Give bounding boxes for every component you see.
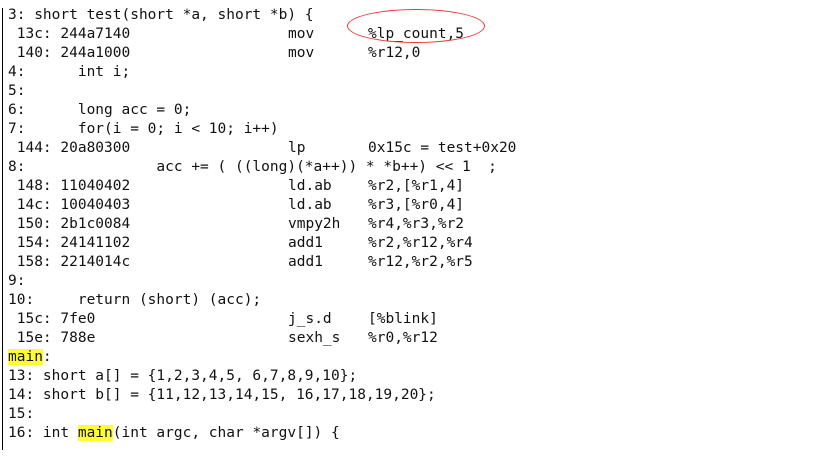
asm-mnemonic: j_s.d [288, 311, 332, 327]
source-line: 13: short a[] = {1,2,3,4,5, 6,7,8,9,10}; [8, 368, 358, 384]
asm-address: 15e: 788e [8, 330, 96, 346]
source-line: 4: int i; [8, 64, 131, 80]
source-line: 10: return (short) (acc); [8, 292, 262, 308]
asm-address: 154: 24141102 [8, 235, 131, 251]
source-line: 14: short b[] = {11,12,13,14,15, 16,17,1… [8, 387, 436, 403]
asm-address: 148: 11040402 [8, 178, 131, 194]
asm-address: 144: 20a80300 [8, 140, 131, 156]
asm-mnemonic: ld.ab [288, 178, 332, 194]
annotation-ellipse [347, 9, 485, 43]
asm-mnemonic: mov [288, 26, 315, 42]
asm-mnemonic: add1 [288, 235, 323, 251]
asm-operands: %r2,[%r1,4] [368, 178, 465, 194]
source-line: 8: acc += ( ((long)(*a++)) * *b++) << 1 … [8, 159, 497, 175]
asm-mnemonic: vmpy2h [288, 216, 341, 232]
source-line: 6: long acc = 0; [8, 102, 192, 118]
asm-address: 15c: 7fe0 [8, 311, 96, 327]
asm-operands: %r2,%r12,%r4 [368, 235, 473, 251]
source-line: 3: short test(short *a, short *b) { [8, 7, 314, 23]
asm-mnemonic: sexh_s [288, 330, 341, 346]
disassembly-listing: 3: short test(short *a, short *b) { 13c:… [0, 6, 827, 452]
source-line: 5: [8, 83, 26, 99]
asm-address: 140: 244a1000 [8, 45, 131, 61]
source-text: 16: int [8, 425, 78, 441]
source-line: 15: [8, 406, 35, 422]
asm-operands: %r0,%r12 [368, 330, 438, 346]
label-colon: : [42, 349, 52, 365]
asm-operands: [%blink] [368, 311, 438, 327]
asm-operands: %r4,%r3,%r2 [368, 216, 465, 232]
asm-address: 14c: 10040403 [8, 197, 131, 213]
asm-mnemonic: ld.ab [288, 197, 332, 213]
asm-operands: %r3,[%r0,4] [368, 197, 465, 213]
source-line: 7: for(i = 0; i < 10; i++) [8, 121, 279, 137]
source-line: 16: int main(int argc, char *argv[]) { [8, 424, 340, 443]
asm-operands: 0x15c = test+0x20 [368, 140, 517, 156]
asm-operands: %r12,%r2,%r5 [368, 254, 473, 270]
source-highlight: main [77, 425, 113, 441]
asm-mnemonic: lp [288, 140, 306, 156]
label-highlight: main [8, 349, 43, 365]
asm-address: 158: 2214014c [8, 254, 131, 270]
function-label: main: [8, 348, 52, 367]
asm-mnemonic: add1 [288, 254, 323, 270]
asm-operands: %r12,0 [368, 45, 421, 61]
source-line: 9: [8, 273, 26, 289]
asm-address: 150: 2b1c0084 [8, 216, 131, 232]
source-text: (int argc, char *argv[]) { [112, 425, 340, 441]
asm-address: 13c: 244a7140 [8, 26, 131, 42]
asm-mnemonic: mov [288, 45, 315, 61]
